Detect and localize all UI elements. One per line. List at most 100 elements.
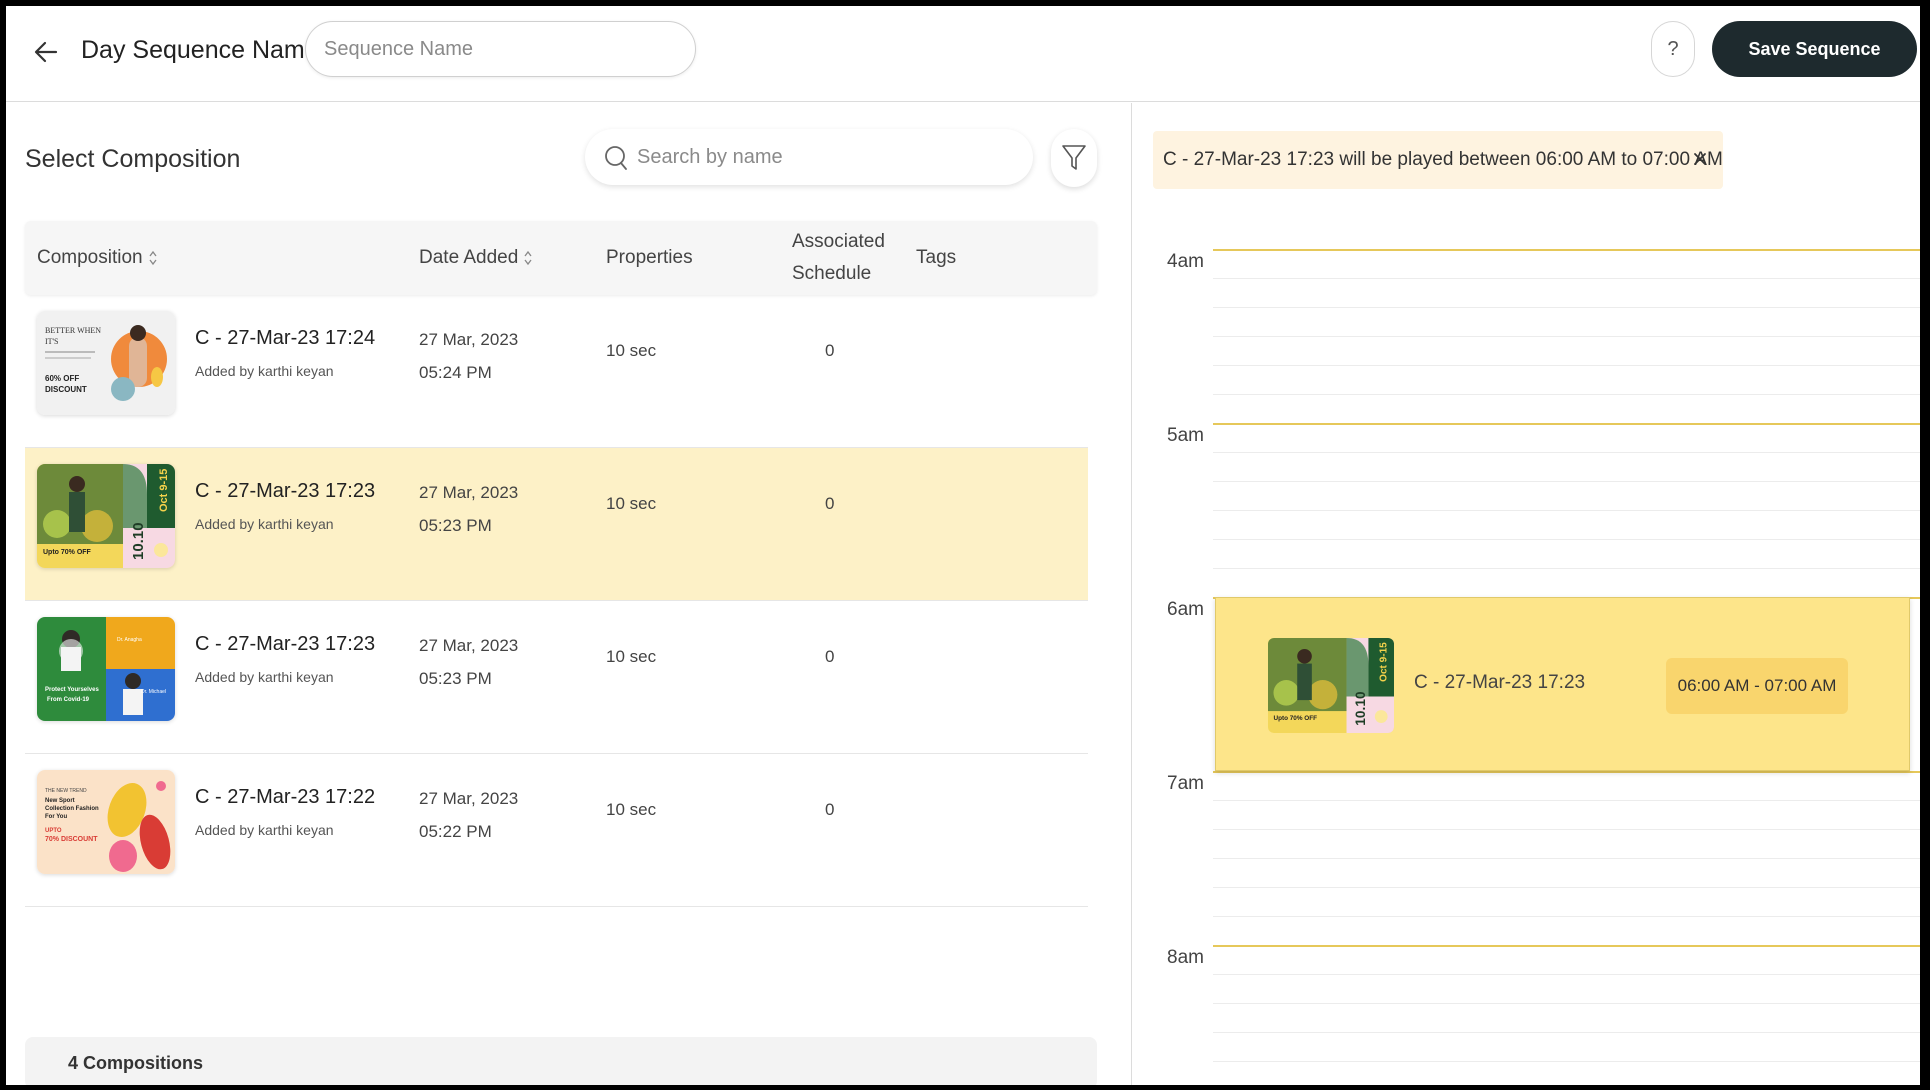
composition-name: C - 27-Mar-23 17:23 [195, 633, 376, 655]
added-by: Added by karthi keyan [195, 822, 334, 838]
composition-panel: Select Composition Composition [6, 103, 1132, 1085]
date-added: 27 Mar, 2023 05:23 PM [419, 476, 518, 542]
column-tags: Tags [916, 247, 957, 268]
minute-line [1213, 510, 1920, 511]
column-associated-line1: Associated [792, 231, 885, 252]
time-value: 05:24 PM [419, 363, 492, 382]
thumb-text: Collection Fashion [45, 806, 99, 812]
composition-table: Composition Date Added Properties Associ… [25, 221, 1097, 907]
composition-name: C - 27-Mar-23 17:22 [195, 786, 376, 808]
thumb-text: Dr. Michael [141, 689, 166, 695]
composition-name: C - 27-Mar-23 17:24 [195, 327, 376, 349]
column-composition-label: Composition [37, 247, 143, 268]
time-value: 05:22 PM [419, 822, 492, 841]
thumb-text: 70% DISCOUNT [45, 836, 98, 843]
minute-line [1213, 394, 1920, 395]
minute-line [1213, 974, 1920, 975]
minute-line [1213, 858, 1920, 859]
minute-line [1213, 307, 1920, 308]
composition-thumbnail: Protect Yourselves From Covid-19 Dr. Ana… [37, 617, 175, 721]
date-value: 27 Mar, 2023 [419, 483, 519, 502]
back-button[interactable] [28, 32, 68, 72]
thumb-text: Upto 70% OFF [43, 549, 92, 556]
search-box [585, 129, 1033, 185]
date-added: 27 Mar, 2023 05:22 PM [419, 782, 518, 848]
thumb-text: THE NEW TREND [45, 788, 87, 794]
minute-line [1213, 800, 1920, 801]
hour-label: 6am [1167, 599, 1204, 620]
minute-line [1213, 568, 1920, 569]
thumb-text: From Covid-19 [47, 697, 90, 703]
hour-line [1213, 249, 1920, 251]
composition-thumbnail: Oct 9-15 10.10 Upto 70% OFF [37, 464, 175, 568]
associated-schedule-count: 0 [825, 647, 835, 666]
column-date-added[interactable]: Date Added [419, 221, 533, 295]
minute-line [1213, 829, 1920, 830]
minute-line [1213, 365, 1920, 366]
table-header: Composition Date Added Properties Associ… [25, 221, 1097, 295]
date-value: 27 Mar, 2023 [419, 330, 519, 349]
minute-line [1213, 452, 1920, 453]
hour-label: 7am [1167, 773, 1204, 794]
properties-value: 10 sec [606, 341, 657, 360]
filter-funnel-icon [1062, 145, 1086, 170]
table-row[interactable]: BETTER WHEN IT'S 60% OFF DISCOUNT C - 27… [25, 295, 1088, 448]
column-properties: Properties [606, 247, 693, 268]
thumb-text: UPTO [45, 828, 62, 834]
close-icon[interactable] [1689, 148, 1711, 170]
hour-label: 5am [1167, 425, 1204, 446]
thumbnail-fashion-image: THE NEW TREND New Sport Collection Fashi… [37, 770, 175, 874]
thumbnail-discount-image: BETTER WHEN IT'S 60% OFF DISCOUNT [37, 311, 175, 415]
associated-schedule-count: 0 [825, 341, 835, 360]
composition-thumbnail: BETTER WHEN IT'S 60% OFF DISCOUNT [37, 311, 175, 415]
date-added: 27 Mar, 2023 05:24 PM [419, 323, 518, 389]
event-title: C - 27-Mar-23 17:23 [1414, 672, 1586, 693]
minute-line [1213, 1003, 1920, 1004]
table-row-selected[interactable]: Oct 9-15 10.10 Upto 70% OFF C - 27-Mar-2… [25, 448, 1088, 601]
scheduled-event[interactable]: Oct 9-15 10.10 Upto 70% OFF C - 27-Mar-2… [1215, 597, 1910, 771]
properties-value: 10 sec [606, 494, 657, 513]
thumb-text: For You [45, 814, 67, 820]
composition-name: C - 27-Mar-23 17:23 [195, 480, 376, 502]
minute-line [1213, 887, 1920, 888]
section-title: Select Composition [25, 145, 241, 173]
properties-value: 10 sec [606, 800, 657, 819]
associated-schedule-count: 0 [825, 800, 835, 819]
thumb-text: 10.10 [130, 522, 147, 560]
hour-line [1213, 771, 1920, 773]
thumb-text: Oct 9-15 [158, 469, 170, 512]
schedule-notice: C - 27-Mar-23 17:23 will be played betwe… [1153, 131, 1723, 189]
thumb-text: 60% OFF [45, 374, 79, 383]
search-input[interactable] [637, 129, 1017, 185]
day-timeline[interactable]: 4am 5am 6am 7am 8am Oct 9-15 10.10 Upto … [1133, 243, 1920, 1085]
thumb-text: New Sport [45, 798, 75, 804]
hour-line [1213, 945, 1920, 947]
added-by: Added by karthi keyan [195, 363, 334, 379]
search-icon [605, 146, 627, 170]
composition-thumbnail: THE NEW TREND New Sport Collection Fashi… [37, 770, 175, 874]
column-date-label: Date Added [419, 247, 519, 268]
arrow-left-icon [34, 41, 58, 63]
minute-line [1213, 539, 1920, 540]
thumb-text: DISCOUNT [45, 385, 87, 394]
table-row[interactable]: Protect Yourselves From Covid-19 Dr. Ana… [25, 601, 1088, 754]
minute-line [1213, 481, 1920, 482]
save-sequence-button[interactable]: Save Sequence [1712, 21, 1917, 77]
thumb-text: IT'S [45, 337, 58, 346]
added-by: Added by karthi keyan [195, 516, 334, 532]
sequence-name-input[interactable] [305, 21, 696, 77]
event-thumbnail: Oct 9-15 10.10 Upto 70% OFF [1268, 638, 1394, 733]
time-value: 05:23 PM [419, 669, 492, 688]
minute-line [1213, 1032, 1920, 1033]
minute-line [1213, 336, 1920, 337]
column-composition[interactable]: Composition [37, 221, 158, 295]
help-button[interactable]: ? [1651, 21, 1695, 77]
filter-button[interactable] [1051, 129, 1097, 187]
thumbnail-grocery-image: Oct 9-15 10.10 Upto 70% OFF [1268, 638, 1394, 733]
notice-text: C - 27-Mar-23 17:23 will be played betwe… [1163, 149, 1723, 170]
table-row[interactable]: THE NEW TREND New Sport Collection Fashi… [25, 754, 1088, 907]
page-title: Day Sequence Name [81, 36, 319, 64]
thumb-text: Dr. Anagha [117, 637, 142, 643]
date-added: 27 Mar, 2023 05:23 PM [419, 629, 518, 695]
thumb-text: Oct 9-15 [1379, 642, 1390, 682]
